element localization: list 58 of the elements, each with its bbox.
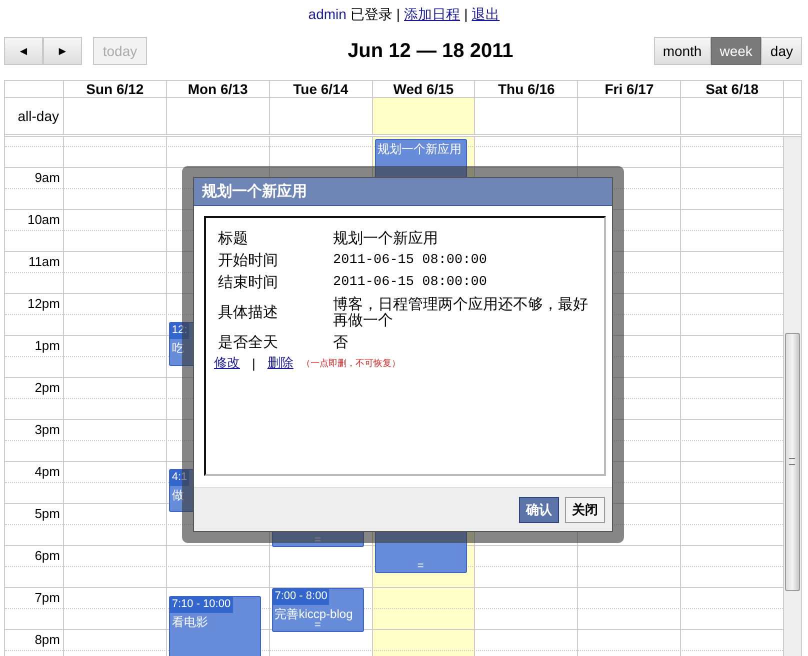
delete-warning: （一点即删，不可恢复） [301, 356, 400, 370]
hour-label: 12pm [27, 296, 60, 311]
day-header: Mon 6/13 [166, 81, 269, 97]
event-title: 规划一个新应用 [376, 141, 463, 158]
header-link[interactable]: 添加日程 [404, 6, 460, 22]
event-time: 7:00 - 8:00 [272, 589, 330, 605]
dialog-button[interactable]: 关闭 [565, 496, 605, 522]
view-tab[interactable]: week [710, 37, 762, 65]
event-time: 7:10 - 10:00 [170, 597, 233, 613]
view-tab[interactable]: month [654, 37, 711, 65]
dialog-button[interactable]: 确认 [519, 496, 559, 522]
field-value: 2011-06-15 08:00:00 [333, 252, 488, 270]
hour-label: 6pm [34, 548, 60, 563]
hour-label: 1pm [34, 338, 60, 353]
event-time: 4:1 [170, 470, 190, 486]
separator-text: | [396, 6, 400, 22]
field-value: 博客，日程管理两个应用还不够，最好再做一个 [333, 295, 589, 331]
hour-label: 11am [28, 254, 60, 269]
field-label: 开始时间 [217, 251, 279, 271]
hour-label: 4pm [34, 464, 60, 479]
user-name: admin [308, 6, 346, 22]
calendar-event[interactable]: 7:00 - 8:00 完善kiccp-blog = [272, 588, 364, 632]
scrollbar-thumb[interactable] [785, 333, 800, 591]
login-status: 已登录 [350, 6, 392, 22]
field-value: 否 [333, 333, 349, 353]
next-button[interactable]: ► [43, 37, 82, 65]
day-header: Sat 6/18 [680, 81, 784, 97]
date-range-title: Jun 12 — 18 2011 [346, 40, 514, 62]
event-title: 看电影 [170, 614, 209, 631]
dialog-title: 规划一个新应用 [194, 178, 612, 206]
field-label: 具体描述 [217, 303, 279, 323]
hour-label: 7pm [34, 590, 60, 605]
field-label: 标题 [217, 229, 249, 249]
hour-label: 8pm [34, 632, 60, 647]
view-tab[interactable]: day [761, 37, 802, 65]
all-day-label: all-day [16, 107, 60, 126]
field-label: 是否全天 [217, 333, 279, 353]
calendar-event[interactable]: 7:10 - 10:00 看电影 [168, 596, 261, 656]
day-header: Fri 6/17 [577, 81, 680, 97]
event-time: 12: [170, 323, 190, 339]
day-header: Tue 6/14 [268, 81, 372, 97]
separator-text: | [464, 6, 468, 22]
hour-label: 10am [27, 212, 60, 227]
day-header: Sun 6/12 [63, 81, 166, 97]
hour-label: 2pm [34, 380, 60, 395]
edit-link[interactable]: 修改 [214, 354, 240, 372]
hour-label: 9am [34, 170, 60, 185]
field-value: 规划一个新应用 [333, 229, 439, 249]
previous-button[interactable]: ◄ [4, 37, 43, 65]
hour-label: 3pm [34, 422, 60, 437]
separator-text: | [252, 356, 256, 370]
day-header: Thu 6/16 [474, 81, 578, 97]
hour-label: 5pm [34, 506, 60, 521]
header-link[interactable]: 退出 [472, 6, 500, 22]
field-label: 结束时间 [217, 273, 279, 293]
field-value: 2011-06-15 08:00:00 [333, 274, 488, 292]
day-header: Wed 6/15 [372, 81, 474, 97]
delete-link[interactable]: 删除 [267, 354, 294, 372]
